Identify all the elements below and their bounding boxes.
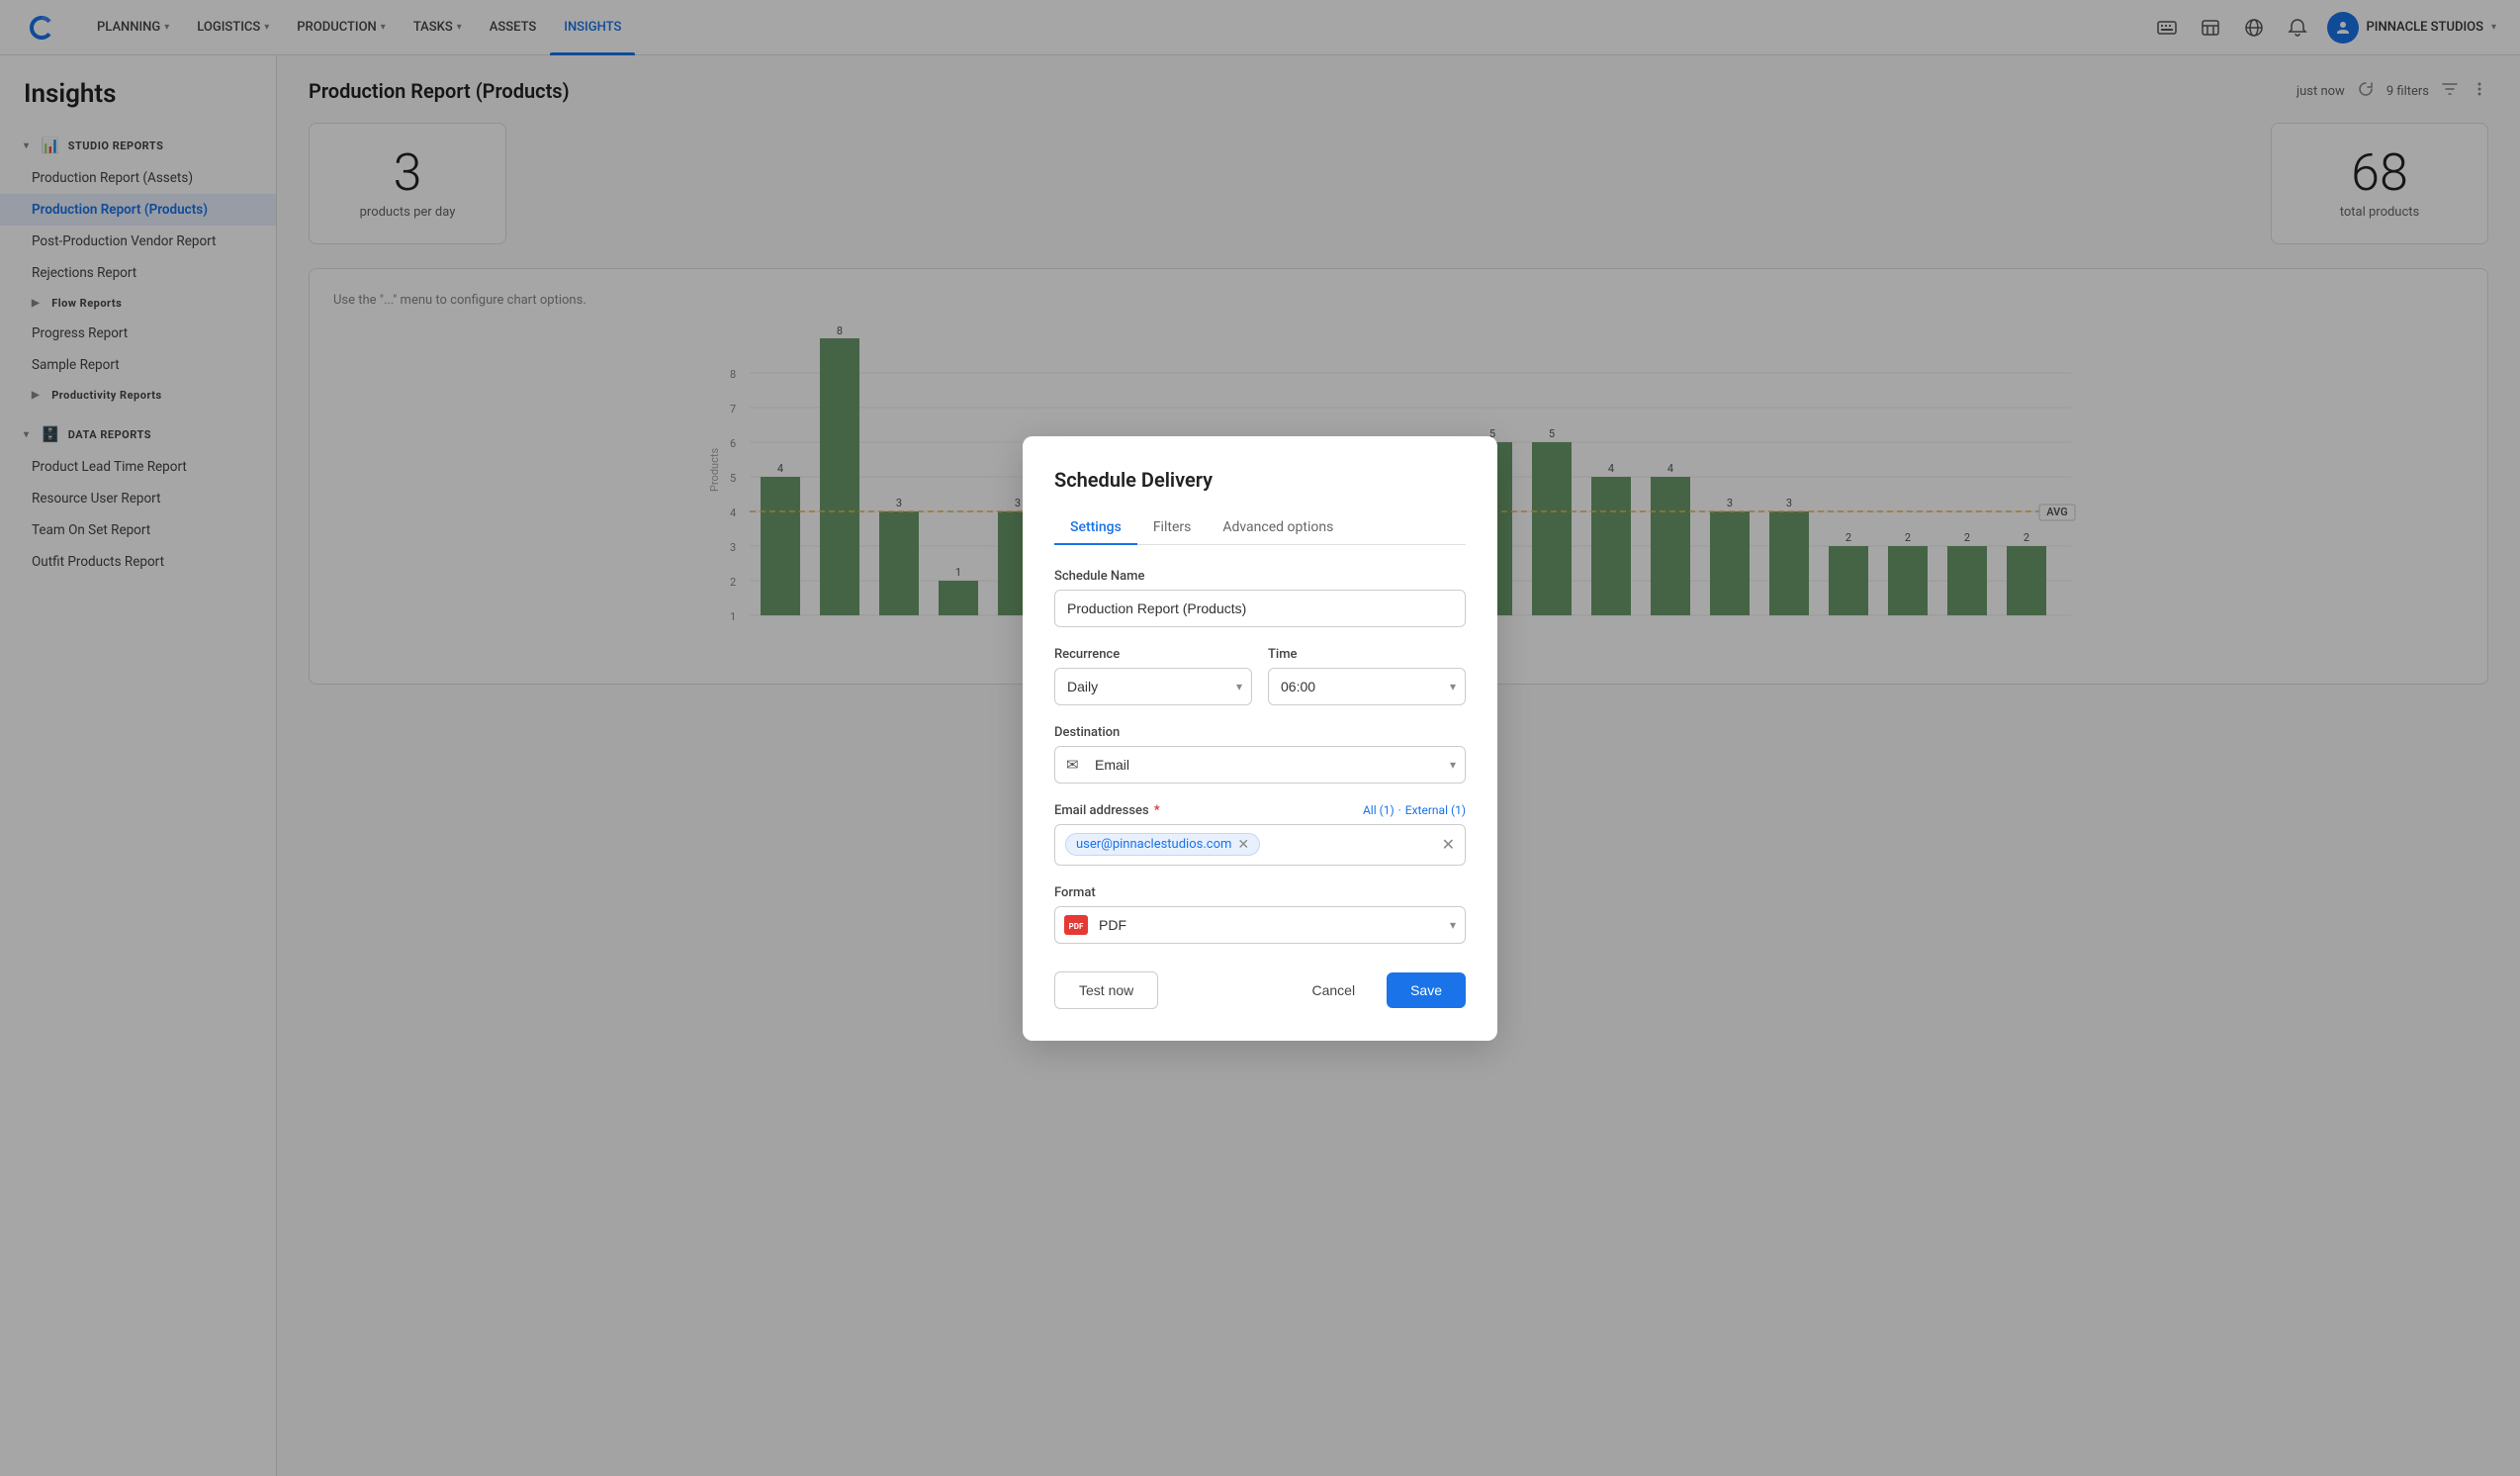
email-tags-clear-icon[interactable]: ✕ [1442,835,1455,854]
modal-footer-right: Cancel Save [1288,972,1466,1008]
destination-select-wrap: ✉ Email Slack ▾ [1054,746,1466,784]
time-select[interactable]: 06:00 07:00 08:00 09:00 [1268,668,1466,705]
email-addresses-label: Email addresses * [1054,803,1160,818]
schedule-name-input[interactable] [1054,590,1466,627]
tab-settings[interactable]: Settings [1054,511,1137,545]
email-addresses-group: Email addresses * All (1) · External (1) [1054,803,1466,866]
test-now-button[interactable]: Test now [1054,971,1158,1009]
tab-advanced-options[interactable]: Advanced options [1207,511,1349,545]
tab-filters[interactable]: Filters [1137,511,1208,545]
destination-label: Destination [1054,725,1466,740]
schedule-name-label: Schedule Name [1054,569,1466,584]
pdf-icon: PDF [1064,915,1088,935]
modal-overlay[interactable]: Schedule Delivery Settings Filters Advan… [0,0,2520,1476]
recurrence-group: Recurrence Daily Weekly Monthly ▾ [1054,647,1252,705]
time-select-wrap: 06:00 07:00 08:00 09:00 ▾ [1268,668,1466,705]
recurrence-label: Recurrence [1054,647,1252,662]
destination-group: Destination ✉ Email Slack ▾ [1054,725,1466,784]
format-select-wrap: PDF PDF CSV Excel ▾ [1054,906,1466,944]
time-label: Time [1268,647,1466,662]
email-tag-value: user@pinnaclestudios.com [1076,837,1231,852]
email-links: All (1) · External (1) [1363,803,1466,817]
recurrence-select[interactable]: Daily Weekly Monthly [1054,668,1252,705]
email-tags-input[interactable]: user@pinnaclestudios.com ✕ ✕ [1054,824,1466,866]
schedule-name-group: Schedule Name [1054,569,1466,627]
recurrence-time-row: Recurrence Daily Weekly Monthly ▾ Time 0… [1054,647,1466,725]
email-all-link[interactable]: All (1) [1363,803,1395,817]
email-destination-icon: ✉ [1066,756,1079,774]
schedule-delivery-modal: Schedule Delivery Settings Filters Advan… [1023,436,1497,1041]
cancel-button[interactable]: Cancel [1288,972,1379,1008]
format-group: Format PDF PDF CSV Excel ▾ [1054,885,1466,944]
email-tag: user@pinnaclestudios.com ✕ [1065,833,1260,856]
destination-select[interactable]: Email Slack [1054,746,1466,784]
modal-footer: Test now Cancel Save [1054,971,1466,1009]
save-button[interactable]: Save [1387,972,1466,1008]
modal-title: Schedule Delivery [1054,468,1466,492]
recurrence-select-wrap: Daily Weekly Monthly ▾ [1054,668,1252,705]
email-field-header: Email addresses * All (1) · External (1) [1054,803,1466,818]
format-label: Format [1054,885,1466,900]
email-external-link[interactable]: External (1) [1405,803,1466,817]
email-tag-remove[interactable]: ✕ [1237,838,1249,852]
time-group: Time 06:00 07:00 08:00 09:00 ▾ [1268,647,1466,705]
svg-text:PDF: PDF [1069,922,1084,931]
modal-tabs: Settings Filters Advanced options [1054,511,1466,545]
format-select[interactable]: PDF CSV Excel [1054,906,1466,944]
